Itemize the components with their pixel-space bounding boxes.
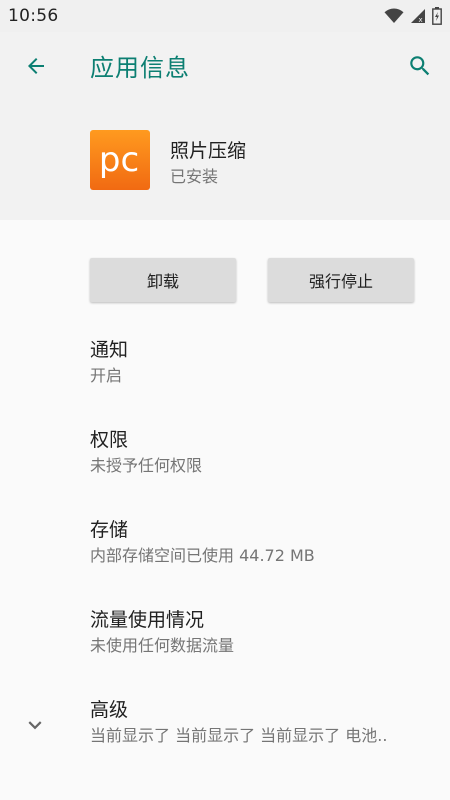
status-bar: 10:56 x <box>0 0 450 32</box>
battery-icon <box>432 7 442 25</box>
search-icon <box>407 53 433 83</box>
list-item-storage[interactable]: 存储 内部存储空间已使用 44.72 MB <box>90 518 430 567</box>
search-button[interactable] <box>402 50 438 86</box>
chevron-down-icon[interactable] <box>22 712 48 738</box>
wifi-icon <box>384 8 404 24</box>
status-icons: x <box>384 7 442 25</box>
back-arrow-icon <box>24 54 48 82</box>
item-subtitle: 当前显示了 当前显示了 当前显示了 电池.. <box>90 726 388 745</box>
app-icon: pc <box>90 130 150 190</box>
back-button[interactable] <box>18 50 54 86</box>
list-item-data-usage[interactable]: 流量使用情况 未使用任何数据流量 <box>90 608 430 657</box>
item-subtitle: 未授予任何权限 <box>90 456 203 475</box>
app-install-status: 已安装 <box>170 167 219 186</box>
uninstall-button[interactable]: 卸载 <box>90 258 236 302</box>
item-subtitle: 内部存储空间已使用 44.72 MB <box>90 546 315 565</box>
item-title: 权限 <box>90 429 129 451</box>
svg-text:x: x <box>419 16 423 24</box>
item-subtitle: 开启 <box>90 366 123 385</box>
list-item-notifications[interactable]: 通知 开启 <box>90 338 430 387</box>
item-subtitle: 未使用任何数据流量 <box>90 636 235 655</box>
list-item-permissions[interactable]: 权限 未授予任何权限 <box>90 428 430 477</box>
app-header: 应用信息 pc 照片压缩 已安装 <box>0 32 450 220</box>
force-stop-button[interactable]: 强行停止 <box>268 258 414 302</box>
page-title: 应用信息 <box>90 54 190 82</box>
app-icon-text: pc <box>99 140 139 180</box>
status-time: 10:56 <box>8 6 59 26</box>
item-title: 高级 <box>90 699 129 721</box>
item-title: 流量使用情况 <box>90 609 205 631</box>
list-item-advanced[interactable]: 高级 当前显示了 当前显示了 当前显示了 电池.. <box>90 698 430 747</box>
item-title: 存储 <box>90 519 129 541</box>
signal-icon: x <box>410 8 426 24</box>
item-title: 通知 <box>90 339 129 361</box>
app-name: 照片压缩 <box>170 140 247 162</box>
